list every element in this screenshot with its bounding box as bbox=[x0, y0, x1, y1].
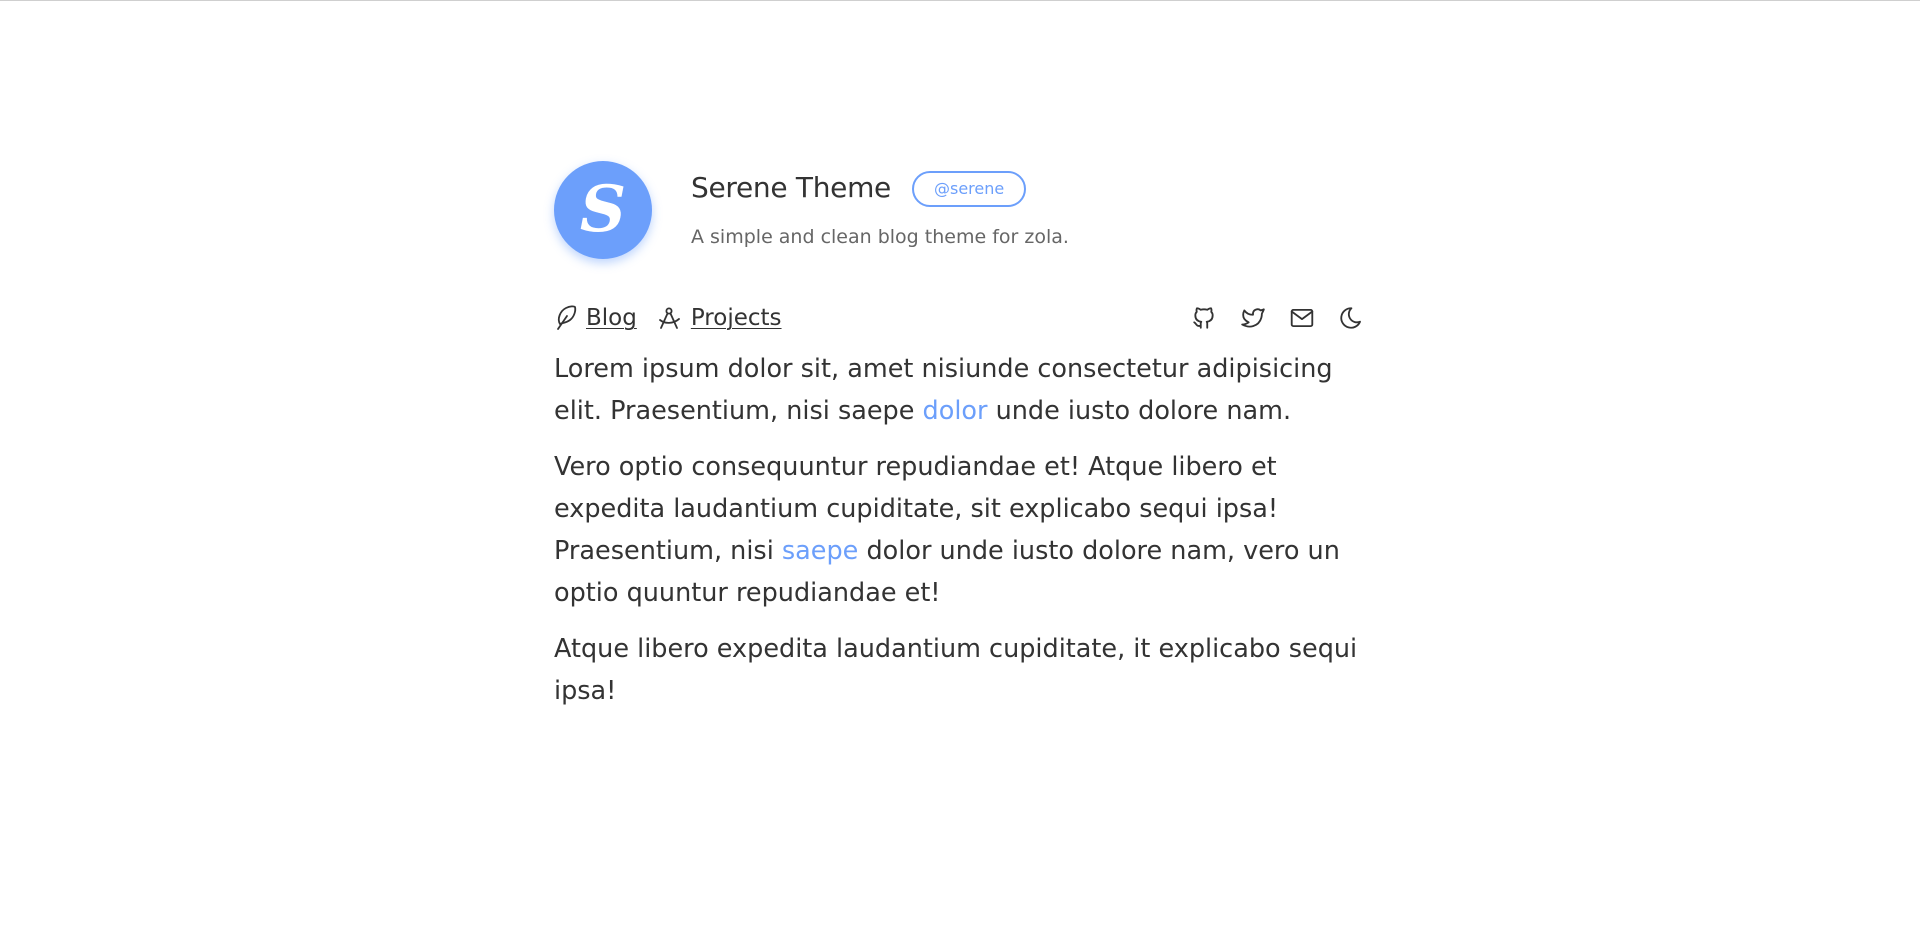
nav-link-projects-label[interactable]: Projects bbox=[691, 305, 782, 331]
mail-icon bbox=[1290, 308, 1314, 328]
paragraph-1-text-b: unde iusto dolore nam. bbox=[987, 396, 1292, 426]
handle-badge[interactable]: @serene bbox=[911, 171, 1027, 207]
profile-header: S Serene Theme @serene A simple and clea… bbox=[554, 160, 1367, 260]
nav-link-blog-label[interactable]: Blog bbox=[586, 305, 637, 331]
svg-text:S: S bbox=[580, 175, 626, 245]
twitter-link[interactable] bbox=[1237, 302, 1269, 334]
paragraph-1: Lorem ipsum dolor sit, amet nisiunde con… bbox=[554, 348, 1367, 432]
title-line: Serene Theme @serene bbox=[691, 167, 1069, 207]
twitter-icon bbox=[1241, 308, 1265, 328]
nav-link-projects[interactable]: Projects bbox=[657, 305, 782, 331]
site-tagline: A simple and clean blog theme for zola. bbox=[691, 226, 1069, 248]
nav-link-blog[interactable]: Blog bbox=[554, 305, 637, 331]
moon-icon bbox=[1340, 307, 1361, 329]
paragraph-2: Vero optio consequuntur repudiandae et! … bbox=[554, 446, 1367, 614]
paragraph-3: Atque libero expedita laudantium cupidit… bbox=[554, 634, 1358, 706]
compass-icon bbox=[658, 307, 680, 329]
nav-icons bbox=[1171, 302, 1367, 334]
page-container: S Serene Theme @serene A simple and clea… bbox=[554, 160, 1367, 726]
main-content: Lorem ipsum dolor sit, amet nisiunde con… bbox=[554, 348, 1367, 712]
github-link[interactable] bbox=[1188, 302, 1220, 334]
link-saepe[interactable]: saepe bbox=[782, 536, 858, 566]
site-title[interactable]: Serene Theme bbox=[691, 171, 891, 204]
email-link[interactable] bbox=[1286, 302, 1318, 334]
main-nav: Blog Projects bbox=[554, 302, 1367, 334]
github-icon bbox=[1193, 307, 1214, 329]
theme-toggle[interactable] bbox=[1335, 302, 1367, 334]
top-border bbox=[0, 0, 1920, 1]
nav-links: Blog Projects bbox=[554, 305, 802, 331]
profile-text: Serene Theme @serene A simple and clean … bbox=[691, 160, 1069, 249]
feather-icon bbox=[557, 305, 577, 330]
avatar[interactable]: S bbox=[554, 161, 652, 259]
link-dolor[interactable]: dolor bbox=[923, 396, 988, 426]
logo-s-icon: S bbox=[580, 175, 626, 245]
